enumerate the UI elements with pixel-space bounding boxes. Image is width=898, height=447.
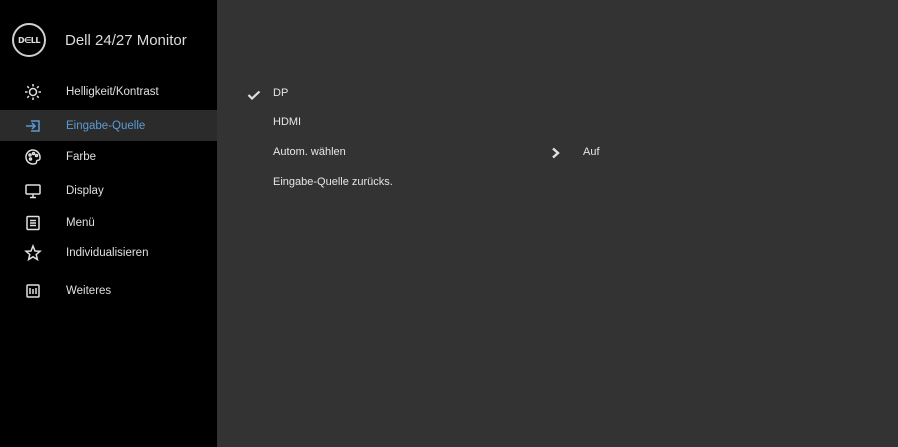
others-icon	[24, 282, 42, 300]
checkmark-icon	[247, 87, 261, 105]
logo-text: D∈LL	[17, 35, 41, 45]
sidebar-item-display[interactable]: Display	[0, 175, 217, 206]
sidebar-item-brightness[interactable]: Helligkeit/Kontrast	[0, 76, 217, 107]
sidebar-item-label: Menü	[66, 216, 95, 229]
chevron-right-icon	[551, 146, 561, 164]
sidebar-item-input-source[interactable]: Eingabe-Quelle	[0, 110, 217, 141]
input-source-icon	[24, 117, 42, 135]
brightness-icon	[24, 83, 42, 101]
sidebar-item-label: Helligkeit/Kontrast	[66, 85, 159, 98]
auto-select-value: Auf	[583, 146, 600, 158]
sidebar-item-personalize[interactable]: Individualisieren	[0, 237, 217, 268]
display-icon	[24, 182, 42, 200]
option-hdmi[interactable]: HDMI	[273, 116, 301, 128]
main-panel	[217, 0, 898, 447]
sidebar: D∈LL Dell 24/27 Monitor Helligkeit/Kontr…	[0, 0, 217, 447]
sidebar-item-label: Weiteres	[66, 284, 112, 297]
brand: D∈LL Dell 24/27 Monitor	[12, 22, 187, 58]
option-reset-input-source[interactable]: Eingabe-Quelle zurücks.	[273, 176, 393, 188]
sidebar-item-others[interactable]: Weiteres	[0, 275, 217, 306]
color-palette-icon	[24, 148, 42, 166]
sidebar-item-color[interactable]: Farbe	[0, 141, 217, 172]
sidebar-item-label: Display	[66, 184, 104, 197]
dell-logo: D∈LL	[12, 23, 46, 57]
option-dp[interactable]: DP	[273, 87, 288, 99]
sidebar-item-label: Individualisieren	[66, 246, 149, 259]
star-icon	[24, 243, 42, 262]
monitor-title: Dell 24/27 Monitor	[65, 31, 187, 49]
option-auto-select[interactable]: Autom. wählen	[273, 146, 346, 158]
sidebar-item-label: Eingabe-Quelle	[66, 119, 146, 132]
sidebar-item-label: Farbe	[66, 150, 97, 163]
menu-icon	[24, 214, 42, 232]
sidebar-item-menu[interactable]: Menü	[0, 207, 217, 238]
nav-menu: Helligkeit/Kontrast Eingabe-Quelle Farbe…	[0, 76, 217, 306]
